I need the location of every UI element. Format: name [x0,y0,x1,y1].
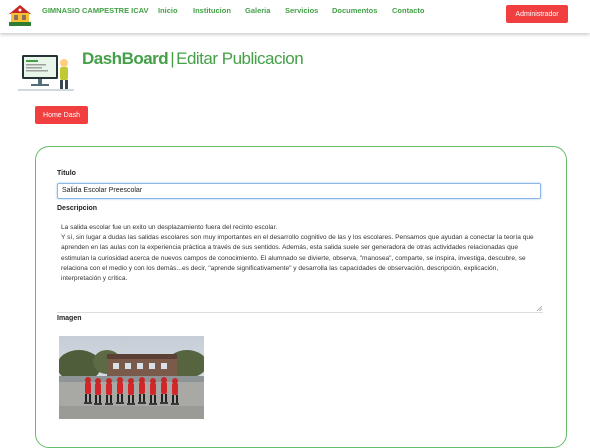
description-label: Descripcion [57,205,98,212]
title-label: Titulo [57,170,76,177]
school-logo-icon[interactable] [6,3,34,27]
top-navbar: GIMNASIO CAMPESTRE ICAV Inicio Instituci… [0,0,590,33]
nav-link-institucion[interactable]: Institucion [193,6,231,15]
resize-handle-icon[interactable] [536,305,542,311]
nav-link-documentos[interactable]: Documentos [332,6,377,15]
nav-link-contacto[interactable]: Contacto [392,6,425,15]
nav-link-servicios[interactable]: Servicios [285,6,318,15]
image-label: Imagen [57,315,82,322]
brand-name[interactable]: GIMNASIO CAMPESTRE ICAV [42,5,152,17]
page-title: DashBoard | Editar Publicacion [82,49,304,68]
description-textarea[interactable]: La salida escolar fue un exito un despla… [57,218,543,313]
publication-photo [59,336,204,419]
description-line: Y sí, sin lugar a dudas las salidas esco… [61,234,534,283]
dashboard-illustration-icon [18,55,74,91]
admin-button[interactable]: Administrador [506,5,568,23]
home-dash-button[interactable]: Home Dash [35,106,88,124]
nav-link-galeria[interactable]: Galeria [245,6,270,15]
title-input[interactable] [57,183,541,199]
description-line: La salida escolar fue un exito un despla… [61,224,278,231]
nav-link-inicio[interactable]: Inicio [158,6,178,15]
